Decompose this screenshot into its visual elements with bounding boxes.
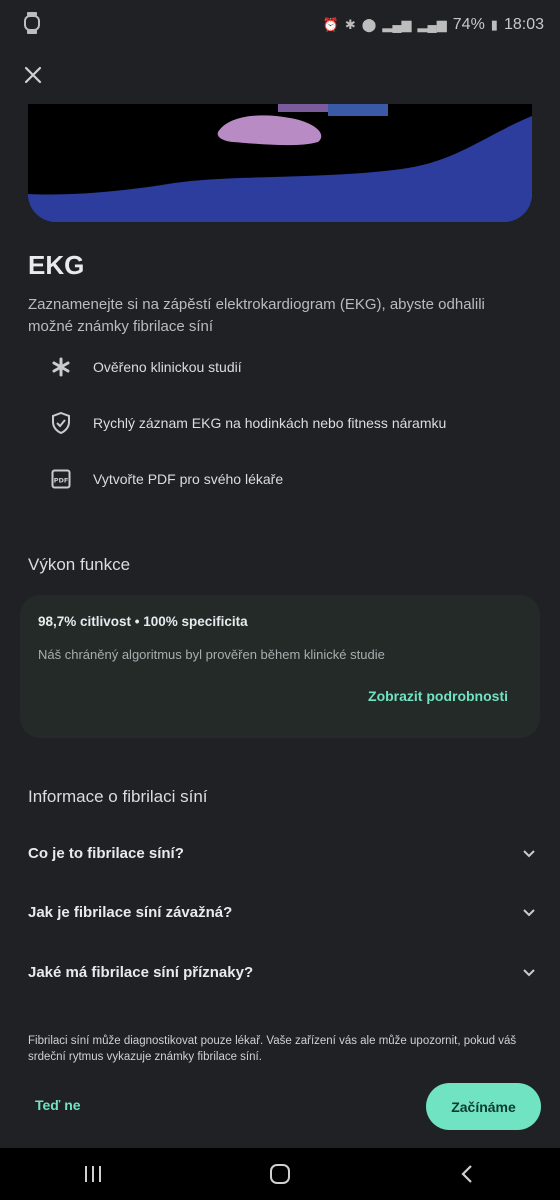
hero-illustration bbox=[28, 104, 532, 222]
watch-icon bbox=[24, 11, 40, 39]
feature-label: Vytvořte PDF pro svého lékaře bbox=[93, 471, 284, 487]
afib-section-title: Informace o fibrilaci síní bbox=[28, 787, 208, 806]
performance-headline: 98,7% citlivost • 100% specificita bbox=[38, 614, 248, 629]
performance-card: 98,7% citlivost • 100% specificita Náš c… bbox=[20, 595, 540, 738]
chevron-down-icon bbox=[523, 908, 535, 916]
feature-label: Rychlý záznam EKG na hodinkách nebo fitn… bbox=[93, 415, 447, 431]
alarm-icon: ⏰ bbox=[322, 17, 339, 32]
asterisk-icon bbox=[48, 354, 74, 380]
not-now-button[interactable]: Teď ne bbox=[35, 1097, 81, 1113]
shield-check-icon bbox=[48, 410, 74, 436]
back-icon bbox=[461, 1165, 472, 1183]
get-started-button[interactable]: Začínáme bbox=[426, 1083, 541, 1130]
page-title: EKG bbox=[28, 250, 85, 280]
faq-question: Jaké má fibrilace síní příznaky? bbox=[28, 964, 254, 981]
signal-icon-2: ▂▄▆ bbox=[417, 17, 447, 32]
close-button[interactable] bbox=[18, 60, 48, 90]
status-bar: ⏰ ✱ ⬤ ▂▄▆ ▂▄▆ 74% ▮ 18:03 bbox=[0, 0, 560, 50]
home-icon bbox=[269, 1164, 290, 1184]
show-details-link[interactable]: Zobrazit podrobnosti bbox=[368, 688, 508, 704]
chevron-down-icon bbox=[523, 968, 535, 976]
location-icon: ⬤ bbox=[361, 17, 377, 32]
performance-subtitle: Náš chráněný algoritmus byl prověřen běh… bbox=[38, 647, 385, 662]
faq-item-symptoms[interactable]: Jaké má fibrilace síní příznaky? bbox=[28, 964, 536, 981]
battery-percent: 74% bbox=[452, 16, 485, 33]
feature-item-pdf: PDF Vytvořte PDF pro svého lékaře bbox=[48, 466, 283, 492]
svg-text:PDF: PDF bbox=[54, 477, 69, 485]
system-nav-bar bbox=[0, 1148, 560, 1200]
feature-item-clinical: Ověřeno klinickou studií bbox=[48, 354, 242, 380]
clock: 18:03 bbox=[503, 16, 544, 33]
faq-question: Co je to fibrilace síní? bbox=[28, 845, 184, 862]
page-description: Zaznamenejte si na zápěstí elektrokardio… bbox=[28, 296, 485, 335]
faq-item-severity[interactable]: Jak je fibrilace síní závažná? bbox=[28, 904, 536, 921]
faq-question: Jak je fibrilace síní závažná? bbox=[28, 904, 233, 921]
close-icon bbox=[24, 66, 42, 84]
disclaimer-text: Fibrilaci síní může diagnostikovat pouze… bbox=[28, 1035, 517, 1063]
chevron-down-icon bbox=[523, 849, 535, 857]
bluetooth-icon: ✱ bbox=[344, 17, 356, 32]
feature-item-quick-ekg: Rychlý záznam EKG na hodinkách nebo fitn… bbox=[48, 410, 446, 436]
recent-apps-icon bbox=[85, 1166, 102, 1182]
faq-item-what-is[interactable]: Co je to fibrilace síní? bbox=[28, 845, 536, 862]
battery-icon: ▮ bbox=[490, 17, 498, 32]
recent-apps-button[interactable] bbox=[63, 1154, 123, 1194]
back-button[interactable] bbox=[437, 1154, 497, 1194]
home-button[interactable] bbox=[250, 1154, 310, 1194]
feature-label: Ověřeno klinickou studií bbox=[93, 359, 242, 375]
performance-section-title: Výkon funkce bbox=[28, 555, 131, 574]
signal-icon: ▂▄▆ bbox=[382, 17, 412, 32]
pdf-icon: PDF bbox=[48, 466, 74, 492]
